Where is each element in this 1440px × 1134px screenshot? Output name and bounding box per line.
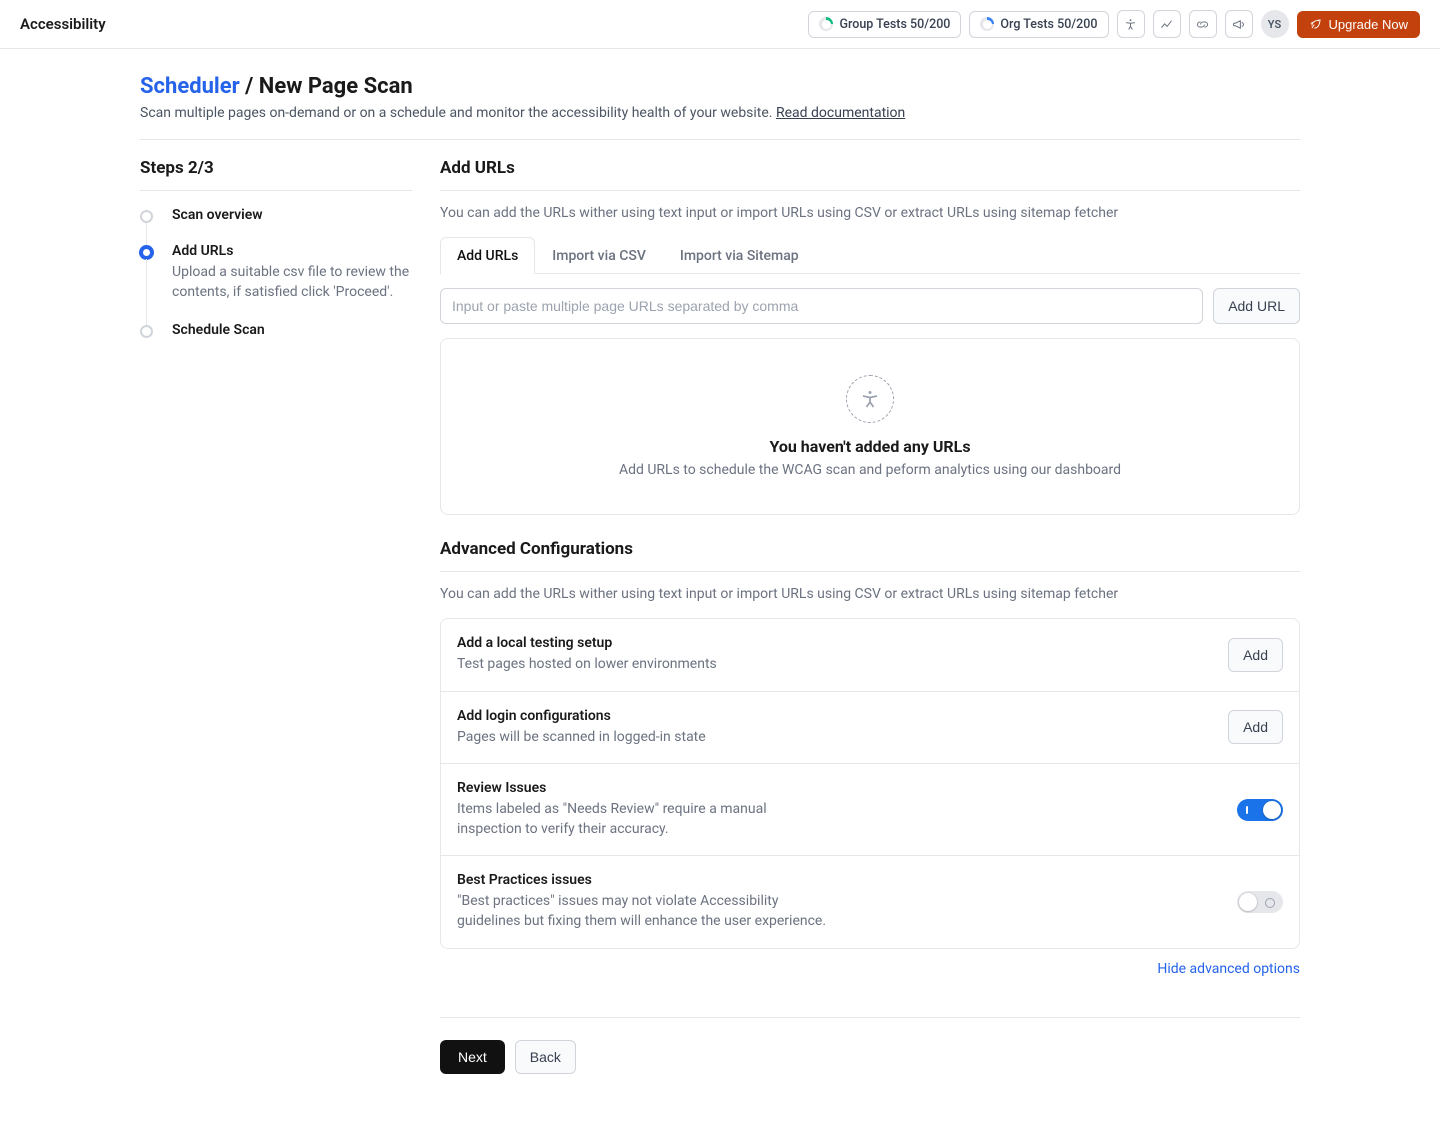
group-tests-quota[interactable]: Group Tests 50/200 [808, 11, 961, 38]
empty-desc: Add URLs to schedule the WCAG scan and p… [461, 462, 1279, 478]
org-tests-quota[interactable]: Org Tests 50/200 [969, 11, 1108, 38]
add-urls-title: Add URLs [440, 158, 1300, 191]
url-input[interactable] [440, 288, 1203, 324]
advanced-config-list: Add a local testing setup Test pages hos… [440, 618, 1300, 949]
accessibility-icon-button[interactable] [1117, 10, 1145, 38]
step-schedule-scan[interactable]: Schedule Scan [140, 322, 412, 338]
advanced-title: Advanced Configurations [440, 539, 1300, 572]
breadcrumb: Scheduler / New Page Scan [140, 74, 1300, 99]
tab-add-urls[interactable]: Add URLs [440, 237, 535, 274]
config-local-testing: Add a local testing setup Test pages hos… [441, 619, 1299, 692]
breadcrumb-current: New Page Scan [259, 74, 413, 99]
add-login-config-button[interactable]: Add [1228, 710, 1283, 744]
step-label: Scan overview [172, 207, 412, 223]
hide-advanced-link[interactable]: Hide advanced options [1157, 961, 1300, 977]
config-login: Add login configurations Pages will be s… [441, 692, 1299, 765]
tab-import-sitemap[interactable]: Import via Sitemap [663, 237, 816, 274]
app-title: Accessibility [20, 15, 106, 33]
add-local-testing-button[interactable]: Add [1228, 638, 1283, 672]
link-icon-button[interactable] [1189, 10, 1217, 38]
donut-icon [980, 17, 994, 31]
config-hint: Items labeled as "Needs Review" require … [457, 800, 797, 839]
config-title: Review Issues [457, 780, 797, 796]
donut-icon [819, 17, 833, 31]
step-label: Add URLs [172, 243, 412, 259]
config-title: Add a local testing setup [457, 635, 877, 651]
step-dot-icon [140, 325, 153, 338]
config-hint: "Best practices" issues may not violate … [457, 892, 837, 931]
next-button[interactable]: Next [440, 1040, 505, 1074]
read-documentation-link[interactable]: Read documentation [776, 105, 905, 121]
url-tabs: Add URLs Import via CSV Import via Sitem… [440, 237, 1300, 274]
best-practices-toggle[interactable] [1237, 891, 1283, 913]
tab-import-csv[interactable]: Import via CSV [535, 237, 663, 274]
advanced-desc: You can add the URLs wither using text i… [440, 586, 1300, 602]
add-urls-desc: You can add the URLs wither using text i… [440, 205, 1300, 221]
step-label: Schedule Scan [172, 322, 412, 338]
step-dot-icon [139, 245, 154, 260]
toggle-knob [1263, 801, 1281, 819]
page-description: Scan multiple pages on-demand or on a sc… [140, 105, 1300, 121]
step-hint: Upload a suitable csv file to review the… [172, 263, 412, 302]
config-title: Best Practices issues [457, 872, 837, 888]
add-url-button[interactable]: Add URL [1213, 288, 1300, 324]
config-review-issues: Review Issues Items labeled as "Needs Re… [441, 764, 1299, 856]
breadcrumb-separator: / [245, 74, 259, 99]
upgrade-button[interactable]: Upgrade Now [1297, 11, 1421, 38]
steps-title: Steps 2/3 [140, 158, 412, 191]
back-button[interactable]: Back [515, 1040, 576, 1074]
analytics-icon-button[interactable] [1153, 10, 1181, 38]
step-dot-icon [140, 210, 153, 223]
config-title: Add login configurations [457, 708, 877, 724]
config-hint: Test pages hosted on lower environments [457, 655, 877, 675]
step-scan-overview[interactable]: Scan overview [140, 207, 412, 243]
org-tests-label: Org Tests 50/200 [1000, 17, 1097, 32]
step-add-urls[interactable]: Add URLs Upload a suitable csv file to r… [140, 243, 412, 322]
group-tests-label: Group Tests 50/200 [839, 17, 950, 32]
announcement-icon-button[interactable] [1225, 10, 1253, 38]
avatar[interactable]: YS [1261, 10, 1289, 38]
upgrade-label: Upgrade Now [1329, 17, 1409, 32]
steps-list: Scan overview Add URLs Upload a suitable… [140, 207, 412, 338]
review-issues-toggle[interactable] [1237, 799, 1283, 821]
empty-accessibility-icon [846, 375, 894, 423]
toggle-knob [1239, 893, 1257, 911]
empty-state: You haven't added any URLs Add URLs to s… [440, 338, 1300, 515]
breadcrumb-parent-link[interactable]: Scheduler [140, 74, 240, 99]
config-best-practices: Best Practices issues "Best practices" i… [441, 856, 1299, 947]
empty-title: You haven't added any URLs [461, 437, 1279, 456]
config-hint: Pages will be scanned in logged-in state [457, 728, 877, 748]
